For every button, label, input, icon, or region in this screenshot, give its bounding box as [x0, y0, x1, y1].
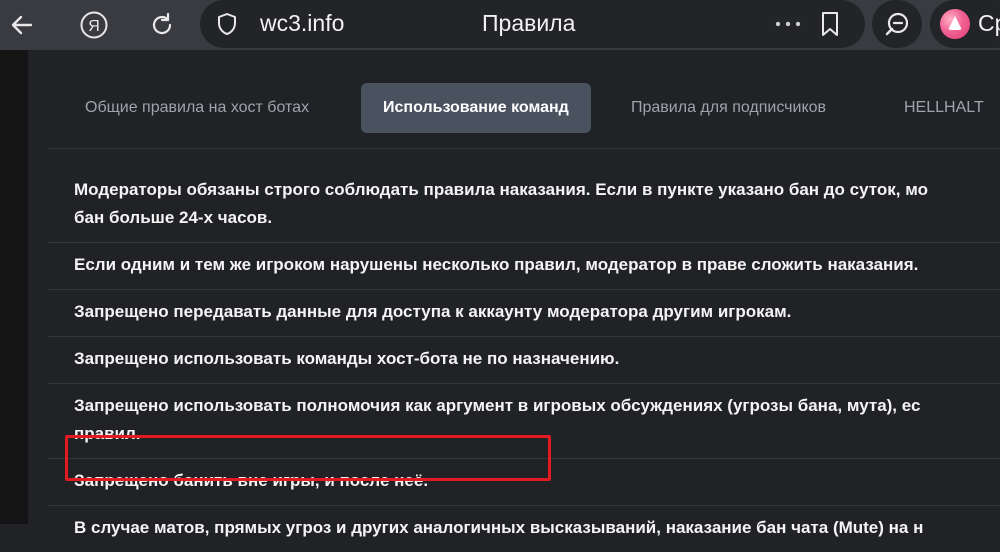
rule-text: Запрещено передавать данные для доступа …	[74, 302, 792, 321]
tab-general-rules[interactable]: Общие правила на хост ботах	[85, 83, 309, 133]
address-page-title[interactable]: Правила	[482, 10, 575, 37]
rule-item: Запрещено использовать команды хост-бота…	[48, 337, 1000, 384]
address-domain[interactable]: wc3.info	[260, 10, 344, 37]
back-arrow-icon[interactable]	[0, 3, 44, 47]
rule-text: Модераторы обязаны строго соблюдать прав…	[74, 180, 928, 199]
rule-text: В случае матов, прямых угроз и других ан…	[74, 518, 924, 537]
rule-text: Если одним и тем же игроком нарушены нес…	[74, 255, 919, 274]
rules-list: Модераторы обязаны строго соблюдать прав…	[48, 168, 1000, 552]
svg-text:Я: Я	[88, 18, 100, 35]
yandex-logo-icon[interactable]: Я	[72, 3, 116, 47]
page-content: Общие правила на хост ботах Использовани…	[28, 50, 1000, 537]
left-sidebar-strip	[0, 50, 28, 524]
shield-icon[interactable]	[216, 12, 238, 41]
address-bar[interactable]: wc3.info Правила	[200, 0, 865, 48]
alice-label: Ср	[978, 10, 1000, 36]
bookmark-icon[interactable]	[818, 10, 842, 43]
tab-subscribers[interactable]: Правила для подписчиков	[631, 83, 826, 133]
more-dots-icon[interactable]	[773, 12, 803, 41]
rule-text: Запрещено использовать полномочия как ар…	[74, 396, 921, 415]
search-chat-icon[interactable]	[872, 0, 922, 48]
rule-item: В случае матов, прямых угроз и других ан…	[48, 506, 1000, 552]
rule-text: Запрещено банить вне игры, и после неё.	[74, 471, 429, 490]
rule-item: Запрещено передавать данные для доступа …	[48, 290, 1000, 337]
rule-item: Модераторы обязаны строго соблюдать прав…	[48, 168, 1000, 243]
tab-commands[interactable]: Использование команд	[361, 83, 591, 133]
rule-item-highlighted: Запрещено банить вне игры, и после неё.	[48, 459, 1000, 506]
tab-hellhalt[interactable]: HELLHALT	[904, 83, 984, 133]
browser-toolbar: Я wc3.info Правила Ср	[0, 0, 1000, 50]
alice-icon	[940, 9, 970, 39]
rule-text: Запрещено использовать команды хост-бота…	[74, 349, 620, 368]
tabs-divider	[48, 148, 1000, 149]
rule-text-continued: бан больше 24-х часов.	[74, 208, 273, 227]
alice-button[interactable]: Ср	[930, 0, 1000, 48]
reload-icon[interactable]	[140, 3, 184, 47]
rule-item: Запрещено использовать полномочия как ар…	[48, 384, 1000, 459]
rule-text-continued: правил.	[74, 424, 141, 443]
rule-item: Если одним и тем же игроком нарушены нес…	[48, 243, 1000, 290]
rules-tabs: Общие правила на хост ботах Использовани…	[61, 83, 1000, 133]
